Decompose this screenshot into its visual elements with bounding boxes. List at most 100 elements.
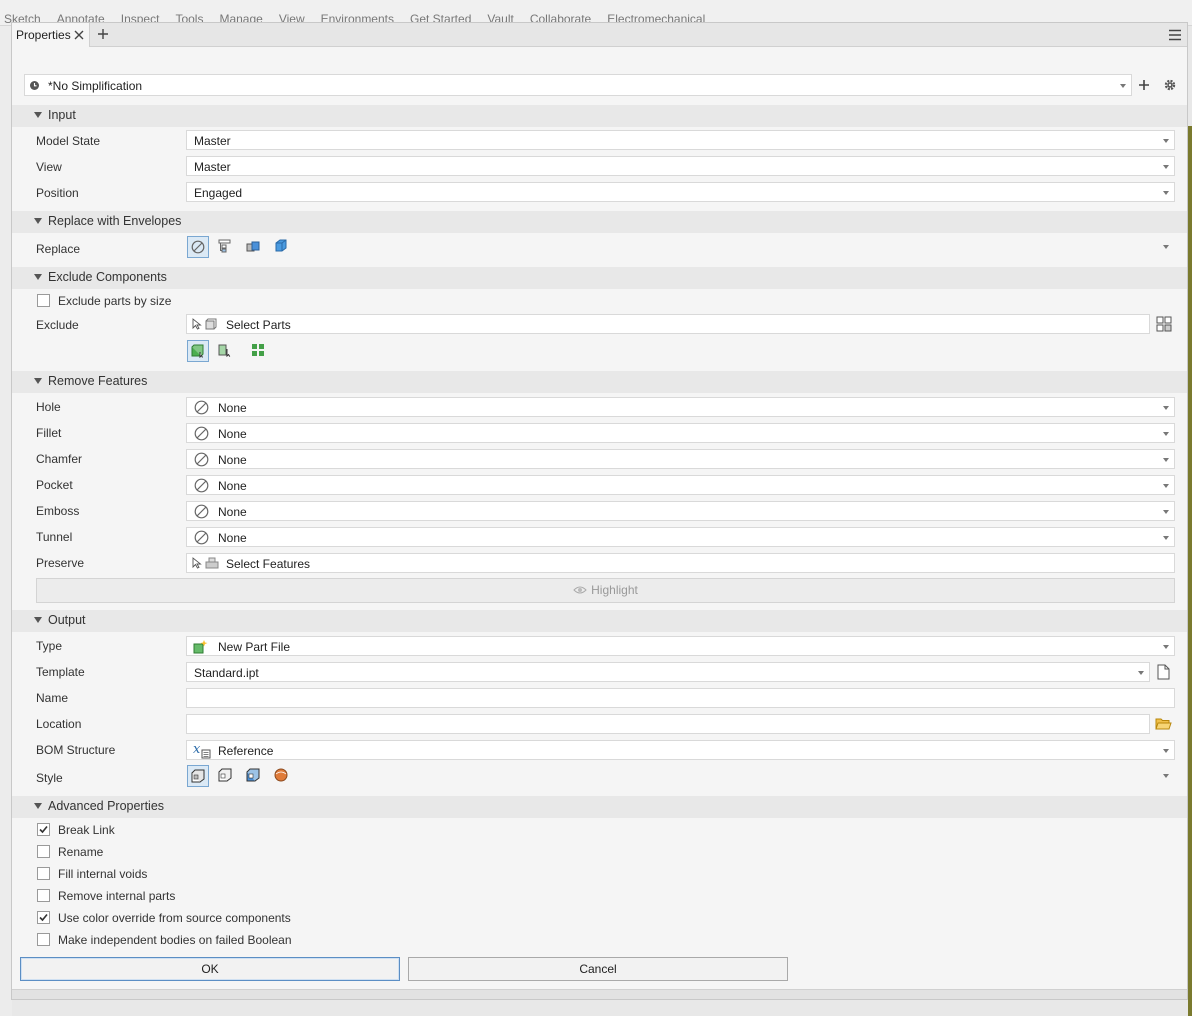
cursor-icon xyxy=(192,557,202,569)
chevron-down-icon xyxy=(1163,484,1169,488)
style-single-solid-no-seams-button[interactable] xyxy=(215,765,237,787)
chevron-down-icon xyxy=(1120,84,1126,88)
collapse-caret-icon xyxy=(34,112,42,118)
cursor-icon xyxy=(192,318,202,330)
bom-structure-select[interactable]: x Reference xyxy=(186,740,1175,760)
template-value: Standard.ipt xyxy=(194,666,259,680)
no-sign-icon xyxy=(194,478,209,493)
ok-button[interactable]: OK xyxy=(20,957,400,981)
replace-each-part-button[interactable] xyxy=(243,236,265,258)
color-override-checkbox[interactable] xyxy=(37,911,50,924)
independent-bodies-checkbox[interactable] xyxy=(37,933,50,946)
folder-icon[interactable] xyxy=(1155,717,1172,730)
view-select[interactable]: Master xyxy=(186,156,1175,176)
chevron-down-icon xyxy=(1163,458,1169,462)
section-exclude-components[interactable]: Exclude Components xyxy=(12,267,1187,289)
feature-icon xyxy=(205,557,219,569)
tunnel-select[interactable]: None xyxy=(186,527,1175,547)
chevron-down-icon xyxy=(1163,432,1169,436)
exclude-by-size-checkbox[interactable] xyxy=(37,294,50,307)
chevron-down-icon[interactable] xyxy=(1163,245,1169,249)
ok-label: OK xyxy=(201,962,219,976)
independent-bodies-label: Make independent bodies on failed Boolea… xyxy=(58,933,292,947)
chevron-down-icon xyxy=(1163,406,1169,410)
file-icon[interactable] xyxy=(1157,664,1170,680)
exclude-select-parts[interactable]: Select Parts xyxy=(186,314,1150,334)
no-sign-icon xyxy=(194,400,209,415)
gear-icon[interactable] xyxy=(1163,78,1177,92)
break-link-checkbox[interactable] xyxy=(37,823,50,836)
style-multiple-solids-button[interactable] xyxy=(243,765,265,787)
close-icon[interactable] xyxy=(72,28,86,42)
section-output[interactable]: Output xyxy=(12,610,1187,632)
part-icon xyxy=(205,318,217,330)
fillet-select[interactable]: None xyxy=(186,423,1175,443)
collapse-caret-icon xyxy=(34,803,42,809)
replace-single-envelope-button[interactable] xyxy=(271,236,293,258)
panel-titlebar: Properties xyxy=(12,23,1187,47)
collapse-caret-icon xyxy=(34,378,42,384)
section-advanced-properties[interactable]: Advanced Properties xyxy=(12,796,1187,818)
style-surface-button[interactable] xyxy=(271,765,293,787)
chamfer-select[interactable]: None xyxy=(186,449,1175,469)
type-select[interactable]: New Part File xyxy=(186,636,1175,656)
template-select[interactable]: Standard.ipt xyxy=(186,662,1150,682)
fillet-value: None xyxy=(218,427,247,441)
add-preset-icon[interactable] xyxy=(1138,79,1150,91)
fillet-label: Fillet xyxy=(36,426,62,440)
new-part-icon xyxy=(193,640,208,654)
exclude-mode-parts-button[interactable] xyxy=(187,340,209,362)
exclude-mode-invert-button[interactable] xyxy=(215,340,237,362)
cancel-button[interactable]: Cancel xyxy=(408,957,788,981)
position-value: Engaged xyxy=(194,186,243,200)
hamburger-menu-icon[interactable] xyxy=(1167,27,1183,43)
chevron-down-icon xyxy=(1163,510,1169,514)
add-tab-icon[interactable] xyxy=(96,27,110,41)
highlight-button[interactable]: Highlight xyxy=(36,578,1175,603)
tab-title: Properties xyxy=(16,28,71,42)
preserve-select-features[interactable]: Select Features xyxy=(186,553,1175,573)
preserve-label: Preserve xyxy=(36,556,85,570)
section-replace-with-envelopes[interactable]: Replace with Envelopes xyxy=(12,211,1187,233)
model-state-select[interactable]: Master xyxy=(186,130,1175,150)
section-title: Remove Features xyxy=(48,374,148,388)
location-label: Location xyxy=(36,717,82,731)
surface-icon xyxy=(274,768,288,782)
section-input[interactable]: Input xyxy=(12,105,1187,127)
fill-internal-voids-label: Fill internal voids xyxy=(58,867,148,881)
parts-browser-icon[interactable] xyxy=(1156,316,1172,332)
exclude-mode-all-button[interactable] xyxy=(248,340,270,362)
style-label: Style xyxy=(36,771,63,785)
section-title: Input xyxy=(48,108,76,122)
preset-select[interactable]: *No Simplification xyxy=(24,74,1132,96)
highlight-label: Highlight xyxy=(591,583,638,597)
model-state-value: Master xyxy=(194,134,231,148)
name-input[interactable] xyxy=(186,688,1175,708)
panel-footer-bar xyxy=(12,989,1187,999)
pocket-label: Pocket xyxy=(36,478,73,492)
type-label: Type xyxy=(36,639,63,653)
bom-structure-label: BOM Structure xyxy=(36,743,116,757)
collapse-caret-icon xyxy=(34,218,42,224)
rename-label: Rename xyxy=(58,845,104,859)
select-features-text: Select Features xyxy=(226,557,311,571)
rename-checkbox[interactable] xyxy=(37,845,50,858)
position-select[interactable]: Engaged xyxy=(186,182,1175,202)
fill-internal-voids-checkbox[interactable] xyxy=(37,867,50,880)
emboss-select[interactable]: None xyxy=(186,501,1175,521)
section-remove-features[interactable]: Remove Features xyxy=(12,371,1187,393)
hole-select[interactable]: None xyxy=(186,397,1175,417)
replace-none-button[interactable] xyxy=(187,236,209,258)
remove-internal-parts-label: Remove internal parts xyxy=(58,889,176,903)
chevron-down-icon xyxy=(1163,536,1169,540)
replace-all-assemblies-button[interactable] xyxy=(215,236,237,258)
remove-internal-parts-checkbox[interactable] xyxy=(37,889,50,902)
solid-no-seams-icon xyxy=(218,768,232,782)
location-input[interactable] xyxy=(186,714,1150,734)
chevron-down-icon[interactable] xyxy=(1163,774,1169,778)
pocket-select[interactable]: None xyxy=(186,475,1175,495)
no-sign-icon xyxy=(194,530,209,545)
no-sign-icon xyxy=(194,452,209,467)
style-single-solid-button[interactable] xyxy=(187,765,209,787)
app-canvas-edge-top xyxy=(1188,26,1192,126)
